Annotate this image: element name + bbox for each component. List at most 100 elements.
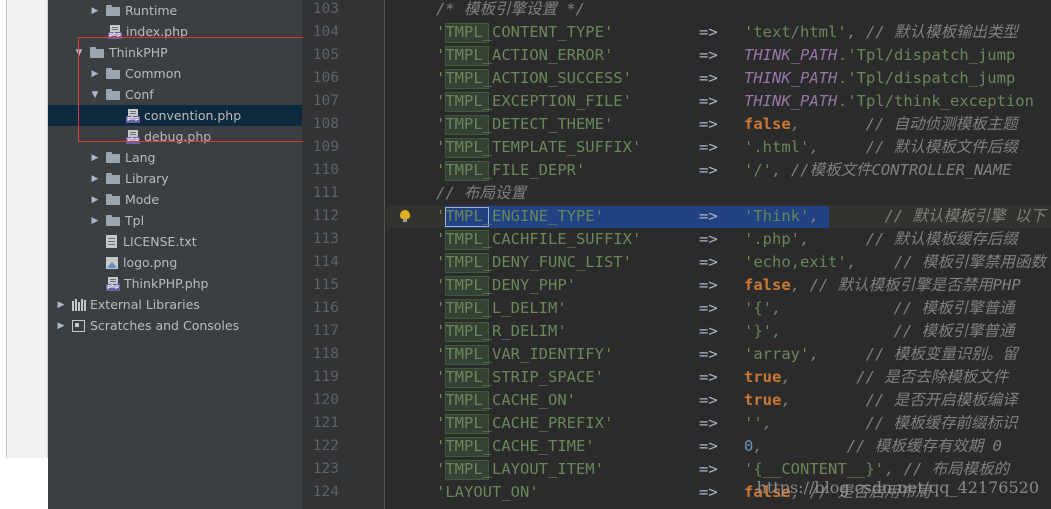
line-number: 120: [312, 392, 339, 408]
image-file-icon: [106, 256, 118, 269]
code-line[interactable]: 'TMPL_CACHE_PREFIX' => '', // 模板缓存前缀标识: [386, 412, 1051, 435]
code-line[interactable]: 'TMPL_ACTION_SUCCESS' => THINK_PATH .'Tpl/d…: [386, 67, 1051, 90]
collapse-arrow-icon[interactable]: ▼: [74, 48, 84, 58]
project-tool-window: ▶ Runtime php index.php ▼ ThinkPHP ▶ Common ▼ Con…: [48, 0, 303, 509]
arrow-operator: =>: [699, 322, 718, 340]
line-number: 110: [312, 162, 339, 178]
constant-token: THINK_PATH: [744, 69, 838, 87]
tree-item-thinkphp[interactable]: ▼ ThinkPHP: [48, 42, 302, 63]
tree-item-external-libraries[interactable]: ▶ External Libraries: [48, 294, 302, 315]
code-line[interactable]: 'TMPL_EXCEPTION_FILE' => THINK_PATH .'Tpl/t…: [386, 90, 1051, 113]
tree-item-logo-png[interactable]: logo.png: [48, 252, 302, 273]
code-line[interactable]: 'TMPL_CACHE_TIME' => 0, // 模板缓存有效期 0: [386, 435, 1051, 458]
code-line[interactable]: 'TMPL_L_DELIM' => '{', // 模板引擎普通: [386, 297, 1051, 320]
tree-item-mode[interactable]: ▶ Mode: [48, 189, 302, 210]
code-editor[interactable]: /* 模板引擎设置 */ 'TMPL_CONTENT_TYPE' => 'text/h…: [386, 0, 1051, 509]
editor-gutter: 103 104 105 106 107 108 109 110 111 112 113 114 115 1…: [303, 0, 385, 509]
code-line[interactable]: 'TMPL_ENGINE_TYPE' => 'Think', // 默认模板引擎 以…: [386, 205, 1051, 228]
tree-item-label: Lang: [125, 150, 156, 165]
array-key: 'TMPL_CACHE_TIME': [436, 437, 595, 455]
tree-item-runtime[interactable]: ▶ Runtime: [48, 0, 302, 21]
line-number: 105: [312, 47, 339, 63]
tree-item-label: Runtime: [125, 3, 178, 18]
string-value: .'Tpl/think_exception: [838, 92, 1034, 110]
window-border: [6, 0, 7, 458]
arrow-operator: =>: [699, 69, 718, 87]
background-window: [6, 0, 48, 458]
inline-comment: , // 是否开启模板编译: [781, 391, 1018, 409]
inline-comment: , // 模板引擎普通: [772, 322, 1015, 340]
array-key: 'TMPL_CACHE_ON': [436, 391, 576, 409]
tree-item-convention-php[interactable]: php convention.php: [48, 105, 302, 126]
line-number: 112: [312, 208, 339, 224]
inline-comment: , // 模板缓存前缀标识: [762, 414, 1018, 432]
arrow-operator: =>: [699, 115, 718, 133]
expand-arrow-icon[interactable]: ▶: [90, 216, 100, 226]
inline-comment: , // 模板变量识别。留: [809, 345, 1018, 363]
tree-item-index-php[interactable]: php index.php: [48, 21, 302, 42]
expand-arrow-icon[interactable]: ▶: [90, 174, 100, 184]
array-key: 'TMPL_DETECT_THEME': [436, 115, 614, 133]
intention-bulb-icon[interactable]: [400, 210, 410, 223]
php-file-icon: php: [126, 129, 140, 144]
array-key: 'TMPL_ACTION_ERROR': [436, 46, 614, 64]
line-number: 122: [312, 438, 339, 454]
tree-item-debug-php[interactable]: php debug.php: [48, 126, 302, 147]
folder-icon: [106, 89, 120, 100]
arrow-operator: =>: [699, 345, 718, 363]
code-line[interactable]: /* 模板引擎设置 */: [386, 0, 1051, 21]
inline-comment: , // 默认模板文件后缀: [809, 138, 1018, 156]
expand-arrow-icon[interactable]: ▶: [56, 321, 66, 331]
php-file-icon: php: [106, 276, 120, 291]
code-line[interactable]: 'TMPL_FILE_DEPR' => '/', //模板文件CONTROLLER_…: [386, 159, 1051, 182]
line-number: 103: [312, 1, 339, 17]
expand-arrow-icon[interactable]: ▶: [90, 195, 100, 205]
folder-icon: [106, 5, 120, 16]
tree-item-license-txt[interactable]: LICENSE.txt: [48, 231, 302, 252]
expand-arrow-icon[interactable]: ▶: [90, 69, 100, 79]
value-token: 'text/html': [744, 23, 847, 41]
code-line[interactable]: 'TMPL_CONTENT_TYPE' => 'text/html', // 默认模…: [386, 21, 1051, 44]
folder-icon: [106, 173, 120, 184]
code-line[interactable]: // 布局设置: [386, 182, 1051, 205]
tree-item-common[interactable]: ▶ Common: [48, 63, 302, 84]
code-line[interactable]: 'TMPL_DENY_FUNC_LIST' => 'echo,exit', // 模…: [386, 251, 1051, 274]
arrow-operator: =>: [699, 253, 718, 271]
folder-icon: [106, 215, 120, 226]
code-line[interactable]: 'TMPL_VAR_IDENTIFY' => 'array', // 模板变量识别。…: [386, 343, 1051, 366]
code-line[interactable]: 'TMPL_CACHFILE_SUFFIX' => '.php', // 默认模板缓…: [386, 228, 1051, 251]
expand-arrow-icon[interactable]: ▶: [56, 300, 66, 310]
tree-item-label: LICENSE.txt: [123, 234, 197, 249]
line-number: 113: [312, 231, 339, 247]
value-token: '': [744, 414, 763, 432]
code-line[interactable]: 'TMPL_CACHE_ON' => true, // 是否开启模板编译: [386, 389, 1051, 412]
collapse-arrow-icon[interactable]: ▼: [90, 90, 100, 100]
tree-item-conf[interactable]: ▼ Conf: [48, 84, 302, 105]
tree-item-tpl[interactable]: ▶ Tpl: [48, 210, 302, 231]
line-number: 117: [312, 323, 339, 339]
tree-item-label: Scratches and Consoles: [90, 318, 240, 333]
code-line[interactable]: 'TMPL_STRIP_SPACE' => true, // 是否去除模板文件: [386, 366, 1051, 389]
watermark-text: https://blog.csdn.net/qq_42176520: [756, 478, 1039, 497]
arrow-operator: =>: [699, 161, 718, 179]
tree-item-thinkphp-php[interactable]: php ThinkPHP.php: [48, 273, 302, 294]
tree-item-label: index.php: [126, 24, 188, 39]
code-line[interactable]: 'TMPL_TEMPLATE_SUFFIX' => '.html', // 默认模板…: [386, 136, 1051, 159]
value-token: true: [744, 368, 782, 386]
arrow-operator: =>: [699, 138, 718, 156]
inline-comment: , // 默认模板引擎 以下: [809, 207, 1046, 225]
code-line[interactable]: 'TMPL_DENY_PHP' => false, // 默认模板引擎是否禁用PHP: [386, 274, 1051, 297]
code-line[interactable]: 'TMPL_R_DELIM' => '}', // 模板引擎普通: [386, 320, 1051, 343]
code-line[interactable]: 'TMPL_DETECT_THEME' => false, // 自动侦测模板主题: [386, 113, 1051, 136]
expand-arrow-icon[interactable]: ▶: [90, 153, 100, 163]
code-comment: // 布局设置: [436, 184, 526, 202]
array-key: 'TMPL_R_DELIM': [436, 322, 567, 340]
line-number: 108: [312, 116, 339, 132]
expand-arrow-icon[interactable]: ▶: [90, 6, 100, 16]
string-value: .'Tpl/dispatch_jump: [838, 69, 1016, 87]
tree-item-scratches-and-consoles[interactable]: ▶ Scratches and Consoles: [48, 315, 302, 336]
inline-comment: , // 模板引擎普通: [772, 299, 1015, 317]
tree-item-library[interactable]: ▶ Library: [48, 168, 302, 189]
tree-item-lang[interactable]: ▶ Lang: [48, 147, 302, 168]
code-line[interactable]: 'TMPL_ACTION_ERROR' => THINK_PATH .'Tpl/dis…: [386, 44, 1051, 67]
